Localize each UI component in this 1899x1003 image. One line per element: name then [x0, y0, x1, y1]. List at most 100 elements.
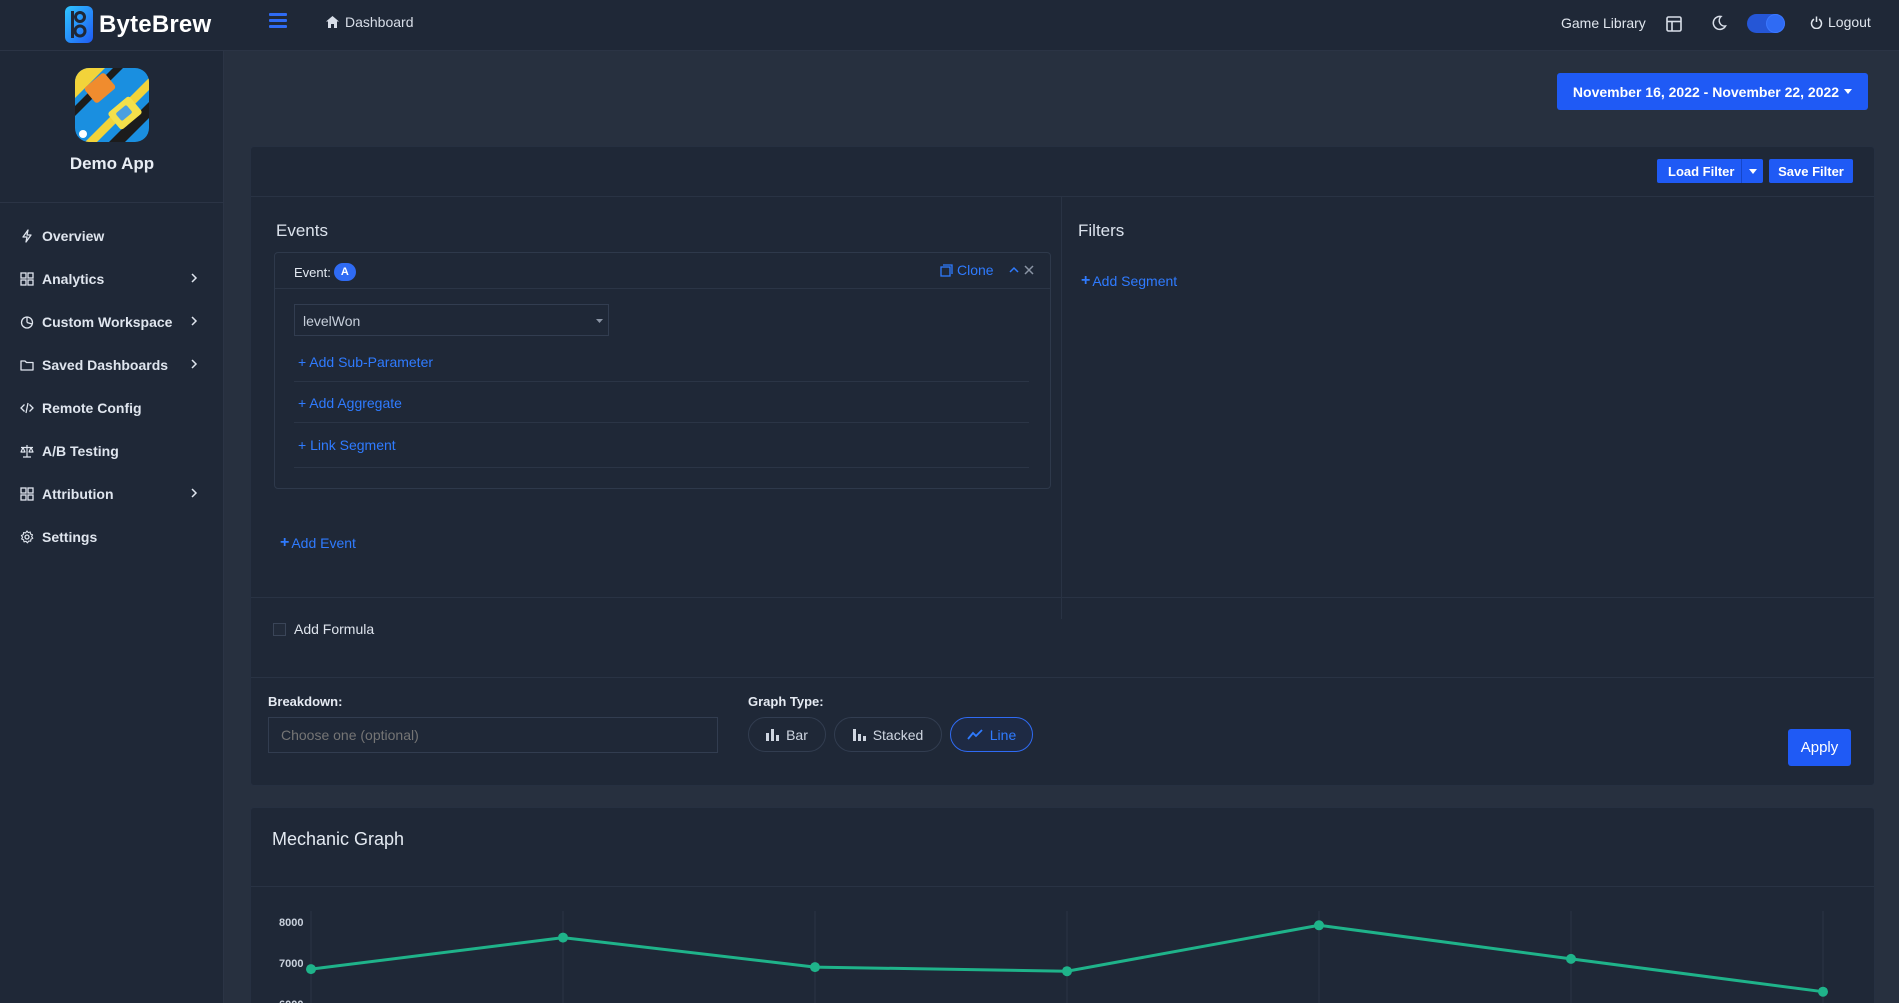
bytebrew-logo-icon — [65, 6, 93, 43]
sidebar-item-label: Remote Config — [42, 399, 142, 416]
graph-type-line-label: Line — [989, 726, 1017, 743]
query-builder-card: Load Filter Save Filter Events Filters E… — [250, 146, 1875, 786]
graph-type-bar[interactable]: Bar — [748, 717, 826, 752]
power-icon — [1810, 16, 1823, 29]
sidebar-item-label: Custom Workspace — [42, 313, 173, 330]
grid-icon — [20, 271, 34, 286]
data-point[interactable] — [306, 964, 316, 975]
sidebar-item-label: Attribution — [42, 485, 114, 502]
app-name: Demo App — [69, 154, 155, 173]
folder-icon — [20, 359, 34, 371]
breadcrumb-label: Dashboard — [345, 14, 414, 30]
graph-type-stacked[interactable]: Stacked — [834, 717, 942, 752]
add-segment-button[interactable]: + Add Segment — [1081, 272, 1177, 290]
logout-label: Logout — [1828, 14, 1871, 30]
add-aggregate-link[interactable]: + Add Aggregate — [298, 395, 402, 411]
divider — [294, 467, 1029, 468]
load-filter-label: Load Filter — [1668, 163, 1735, 179]
sidebar-item-label: Analytics — [42, 270, 105, 287]
plus-icon: + — [1081, 272, 1091, 289]
data-point[interactable] — [558, 932, 568, 943]
divider — [294, 381, 1029, 382]
date-range-label: November 16, 2022 - November 22, 2022 — [1572, 83, 1840, 100]
sidebar-nav: Overview Analytics Custom Workspace Save… — [0, 214, 224, 558]
sidebar-item-settings[interactable]: Settings — [0, 515, 224, 558]
date-range-picker[interactable]: November 16, 2022 - November 22, 2022 — [1557, 73, 1868, 110]
code-icon — [20, 402, 34, 413]
pie-chart-icon — [20, 315, 34, 329]
chevron-right-icon — [191, 488, 198, 498]
data-point[interactable] — [810, 962, 820, 973]
plus-icon: + — [280, 534, 290, 551]
event-badge: A — [333, 263, 356, 281]
logout-button[interactable]: Logout — [1810, 14, 1871, 30]
breadcrumb[interactable]: Dashboard — [326, 14, 414, 30]
add-event-button[interactable]: + Add Event — [280, 534, 356, 552]
top-bar: ByteBrew Dashboard Game Library Logout — [0, 0, 1899, 51]
event-panel: Event: A Clone levelWon + Add Sub-Parame… — [274, 252, 1051, 489]
brand-name: ByteBrew — [99, 10, 212, 38]
event-select[interactable]: levelWon — [294, 304, 609, 336]
mechanic-graph-card: Mechanic Graph 8000 7000 6000 — [250, 807, 1875, 1003]
line-chart: 8000 7000 6000 — [279, 911, 1828, 1003]
checkbox-box[interactable] — [273, 622, 286, 636]
load-filter-dropdown[interactable] — [1741, 159, 1763, 183]
chevron-right-icon — [191, 273, 198, 283]
sidebar-item-label: Settings — [42, 528, 98, 545]
breakdown-input[interactable] — [268, 717, 718, 753]
home-icon — [326, 16, 339, 28]
add-sub-parameter-link[interactable]: + Add Sub-Parameter — [298, 354, 433, 370]
sidebar-item-label: Overview — [42, 227, 105, 244]
link-segment-link[interactable]: + Link Segment — [298, 437, 396, 453]
apply-button[interactable]: Apply — [1788, 729, 1851, 766]
data-point[interactable] — [1566, 953, 1576, 964]
graph-type-label: Graph Type: — [748, 694, 824, 709]
sidebar-item-ab-testing[interactable]: A/B Testing — [0, 429, 224, 472]
clone-button[interactable]: Clone — [940, 262, 994, 278]
save-filter-button[interactable]: Save Filter — [1769, 159, 1853, 183]
chevron-right-icon — [191, 359, 198, 369]
scale-icon — [20, 444, 34, 458]
column-divider — [1061, 197, 1062, 619]
load-filter-button[interactable]: Load Filter — [1657, 159, 1763, 183]
toggle-knob — [1767, 15, 1784, 32]
events-title: Events — [276, 221, 328, 240]
graph-type-line[interactable]: Line — [950, 717, 1033, 752]
layout-icon[interactable] — [1666, 16, 1682, 32]
sidebar-item-attribution[interactable]: Attribution — [0, 472, 224, 515]
copy-icon — [940, 263, 953, 277]
add-formula-label: Add Formula — [294, 621, 375, 637]
grid-icon — [20, 486, 34, 501]
dark-mode-toggle[interactable] — [1747, 14, 1785, 33]
y-tick-label: 7000 — [279, 958, 303, 970]
sidebar-item-remote-config[interactable]: Remote Config — [0, 386, 224, 429]
app-icon[interactable] — [75, 68, 149, 142]
moon-icon[interactable] — [1711, 15, 1727, 31]
caret-down-icon — [1748, 168, 1757, 174]
sidebar-item-label: Saved Dashboards — [42, 356, 169, 373]
add-formula-checkbox[interactable]: Add Formula — [273, 621, 374, 637]
data-point[interactable] — [1314, 920, 1324, 931]
chart-title: Mechanic Graph — [272, 829, 405, 849]
divider — [294, 422, 1029, 423]
sidebar-item-saved-dashboards[interactable]: Saved Dashboards — [0, 343, 224, 386]
chevron-up-icon[interactable] — [1009, 266, 1019, 273]
divider — [251, 597, 1874, 598]
gear-icon — [20, 529, 34, 543]
bolt-icon — [22, 228, 32, 243]
graph-type-stacked-label: Stacked — [872, 726, 924, 743]
sidebar: Demo App Overview Analytics Custom Works… — [0, 51, 224, 1003]
menu-toggle-icon[interactable] — [269, 13, 287, 31]
game-library-link[interactable]: Game Library — [1561, 15, 1646, 31]
event-select-value: levelWon — [303, 313, 361, 329]
brand-logo[interactable]: ByteBrew — [65, 6, 211, 43]
event-label: Event: A — [294, 263, 356, 281]
data-point[interactable] — [1818, 986, 1828, 997]
divider — [251, 677, 1874, 678]
close-icon[interactable] — [1024, 265, 1034, 275]
sidebar-item-analytics[interactable]: Analytics — [0, 257, 224, 300]
sidebar-item-custom-workspace[interactable]: Custom Workspace — [0, 300, 224, 343]
data-point[interactable] — [1062, 966, 1072, 977]
sidebar-item-overview[interactable]: Overview — [0, 214, 224, 257]
event-panel-header: Event: A Clone — [275, 253, 1050, 289]
